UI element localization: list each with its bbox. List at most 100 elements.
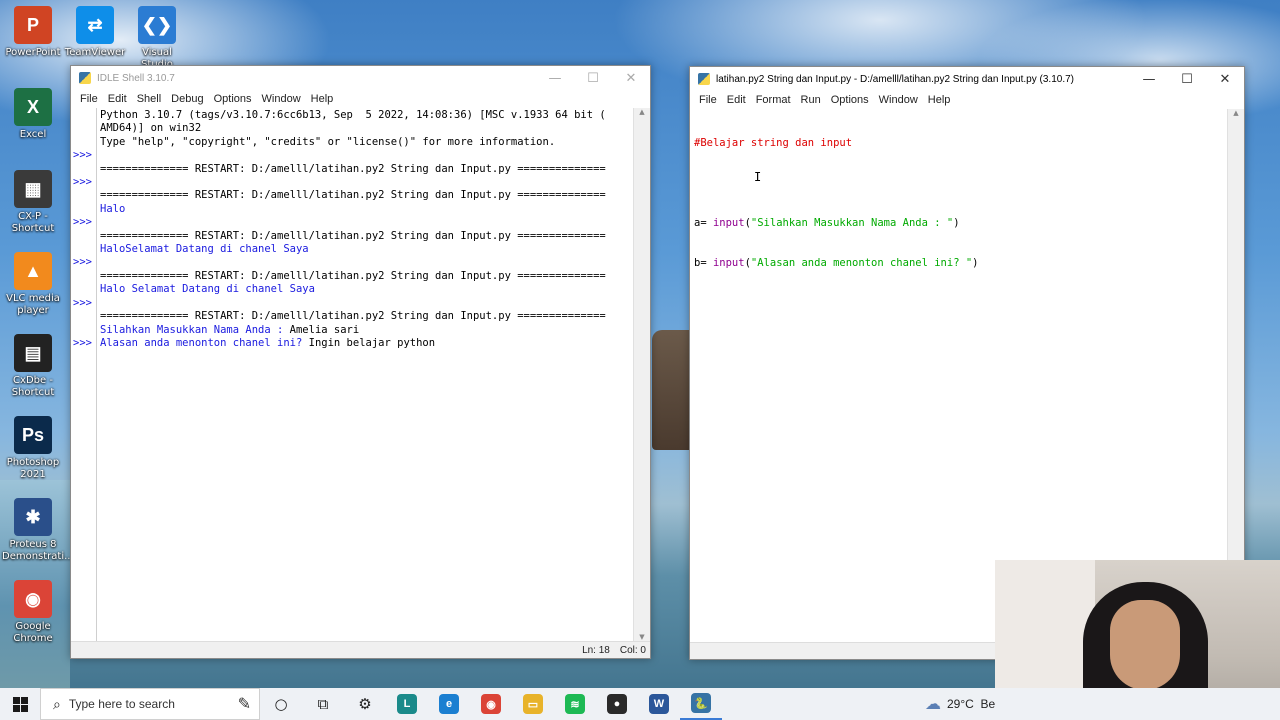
shell-line: Python 3.10.7 (tags/v3.10.7:6cc6b13, Sep…	[100, 109, 606, 121]
desktop-icon-vlc-media-player[interactable]: ▲ VLC media player	[2, 252, 64, 317]
builtin-input: input	[712, 217, 745, 230]
shell-line: ============== RESTART: D:/amelll/latiha…	[100, 162, 606, 175]
prompt-marker	[73, 122, 96, 135]
prompt-marker: >>>	[73, 176, 92, 189]
taskbar-launcher-l-icon[interactable]: L	[386, 688, 428, 720]
taskbar-python-idle-icon[interactable]: 🐍	[680, 688, 722, 720]
prompt-marker	[73, 203, 96, 216]
taskbar: ⌕ Type here to search ✎ ○ ⧉ ⚙ Le ◉ ▭ ≋ ● W 🐍 ☁ 29…	[0, 688, 1280, 720]
string-literal: "Alasan anda menonton chanel ini? "	[750, 257, 973, 270]
menu-options[interactable]: Options	[209, 93, 257, 105]
scroll-up-icon[interactable]: ▲	[1233, 109, 1238, 117]
taskbar-task-view-icon[interactable]: ⧉	[302, 688, 344, 720]
shell-line: Alasan anda menonton chanel ini? Ingin b…	[100, 337, 630, 350]
taskbar-word-icon[interactable]: W	[638, 688, 680, 720]
menu-edit[interactable]: Edit	[103, 93, 132, 105]
var-a: a=	[694, 217, 713, 230]
prompt-marker: >>>	[73, 216, 92, 229]
menu-debug[interactable]: Debug	[166, 93, 208, 105]
python-idle-icon: 🐍	[691, 693, 711, 713]
desktop-icon-photoshop-2021[interactable]: Ps Photoshop 2021	[2, 416, 64, 481]
builtin-input: input	[712, 257, 745, 270]
menu-file[interactable]: File	[75, 93, 103, 105]
app-icon: X	[14, 88, 52, 126]
taskbar-edge-icon[interactable]: e	[428, 688, 470, 720]
desktop-icon-powerpoint[interactable]: P PowerPoint	[2, 6, 64, 59]
col-indicator: Col: 0	[619, 644, 646, 656]
taskbar-settings-icon[interactable]: ⚙	[344, 688, 386, 720]
menu-run[interactable]: Run	[796, 94, 826, 106]
line-indicator: Ln: 18	[582, 644, 610, 656]
menu-options[interactable]: Options	[826, 94, 874, 106]
shell-scrollbar[interactable]: ▲ ▼	[633, 108, 650, 641]
windows-logo-icon	[12, 696, 28, 712]
desktop-icon-excel[interactable]: X Excel	[2, 88, 64, 141]
shell-output[interactable]: Python 3.10.7 (tags/v3.10.7:6cc6b13, Sep…	[97, 108, 633, 641]
var-b: b=	[694, 257, 713, 270]
menu-shell[interactable]: Shell	[132, 93, 166, 105]
maximize-button[interactable]: ☐	[574, 66, 612, 90]
prompt-marker: >>>	[73, 296, 92, 309]
menu-help[interactable]: Help	[923, 94, 956, 106]
desktop-icon-label: TeamViewer	[64, 47, 126, 58]
close-button[interactable]: ✕	[612, 66, 650, 90]
paren-close: )	[972, 257, 979, 270]
shell-line: Type "help", "copyright", "credits" or "…	[100, 135, 556, 148]
edge-icon: e	[439, 694, 459, 714]
taskbar-media-app-icon[interactable]: ●	[596, 688, 638, 720]
desktop-icon-cx-p-shortcut[interactable]: ▦ CX-P - Shortcut	[2, 170, 64, 235]
desktop-icon-proteus-8-demonstrati[interactable]: ✱ Proteus 8 Demonstrati...	[2, 498, 74, 563]
prompt-marker	[73, 270, 96, 283]
menu-window[interactable]: Window	[257, 93, 306, 105]
desktop-icon-label: Photoshop 2021	[6, 457, 60, 480]
shell-titlebar[interactable]: IDLE Shell 3.10.7 — ☐ ✕	[71, 66, 650, 90]
word-icon: W	[649, 694, 669, 714]
minimize-button[interactable]: —	[536, 66, 574, 90]
taskbar-file-explorer-icon[interactable]: ▭	[512, 688, 554, 720]
desktop-icon-teamviewer[interactable]: ⇄ TeamViewer	[64, 6, 126, 59]
desktop-icon-label: PowerPoint	[5, 47, 61, 58]
menu-format[interactable]: Format	[751, 94, 796, 106]
code-comment: #Belajar string dan input	[694, 136, 853, 149]
menu-window[interactable]: Window	[874, 94, 923, 106]
taskbar-chrome-icon[interactable]: ◉	[470, 688, 512, 720]
desktop-icon-google-chrome[interactable]: ◉ Google Chrome	[2, 580, 64, 645]
scroll-down-icon[interactable]: ▼	[639, 633, 644, 641]
prompt-marker	[73, 163, 96, 176]
taskbar-cortana-icon[interactable]: ○	[260, 688, 302, 720]
shell-line: HaloSelamat Datang di chanel Saya	[100, 243, 309, 256]
taskbar-spotify-icon[interactable]: ≋	[554, 688, 596, 720]
minimize-button[interactable]: —	[1130, 67, 1168, 91]
prompt-marker	[73, 230, 96, 243]
app-icon: P	[14, 6, 52, 44]
menu-help[interactable]: Help	[306, 93, 339, 105]
code-line-a: a= input("Silahkan Masukkan Nama Anda : …	[694, 217, 1223, 230]
weather-widget[interactable]: ☁ 29°C Be	[925, 688, 995, 720]
app-icon: ⇄	[76, 6, 114, 44]
scroll-up-icon[interactable]: ▲	[639, 108, 644, 116]
app-icon: ✱	[14, 498, 52, 536]
taskbar-search[interactable]: ⌕ Type here to search ✎	[40, 688, 260, 720]
code-line-b: b= input("Alasan anda menonton chanel in…	[694, 257, 1223, 270]
app-icon: ▲	[14, 252, 52, 290]
maximize-button[interactable]: ☐	[1168, 67, 1206, 91]
editor-titlebar[interactable]: latihan.py2 String dan Input.py - D:/ame…	[690, 67, 1244, 91]
prompt-marker	[73, 310, 96, 323]
background-rock	[652, 330, 690, 450]
shell-line: Silahkan Masukkan Nama Anda : Amelia sar…	[100, 324, 630, 337]
menu-edit[interactable]: Edit	[722, 94, 751, 106]
python-file-icon	[698, 73, 710, 85]
desktop-icon-cxdbe-shortcut[interactable]: ▤ CxDbe - Shortcut	[2, 334, 64, 399]
app-icon: ▦	[14, 170, 52, 208]
menu-file[interactable]: File	[694, 94, 722, 106]
desktop-icon-label: Excel	[19, 129, 47, 140]
close-button[interactable]: ✕	[1206, 67, 1244, 91]
start-button[interactable]	[0, 688, 40, 720]
shell-statusbar: Ln: 18 Col: 0	[71, 641, 650, 658]
editor-menubar: File Edit Format Run Options Window Help	[690, 91, 1244, 109]
input-prompt: Alasan anda menonton chanel ini?	[100, 336, 309, 349]
idle-shell-window[interactable]: IDLE Shell 3.10.7 — ☐ ✕ File Edit Shell Deb…	[70, 65, 651, 659]
desktop-icon-visual-studio[interactable]: ❮❯Visual Studio	[126, 6, 188, 71]
